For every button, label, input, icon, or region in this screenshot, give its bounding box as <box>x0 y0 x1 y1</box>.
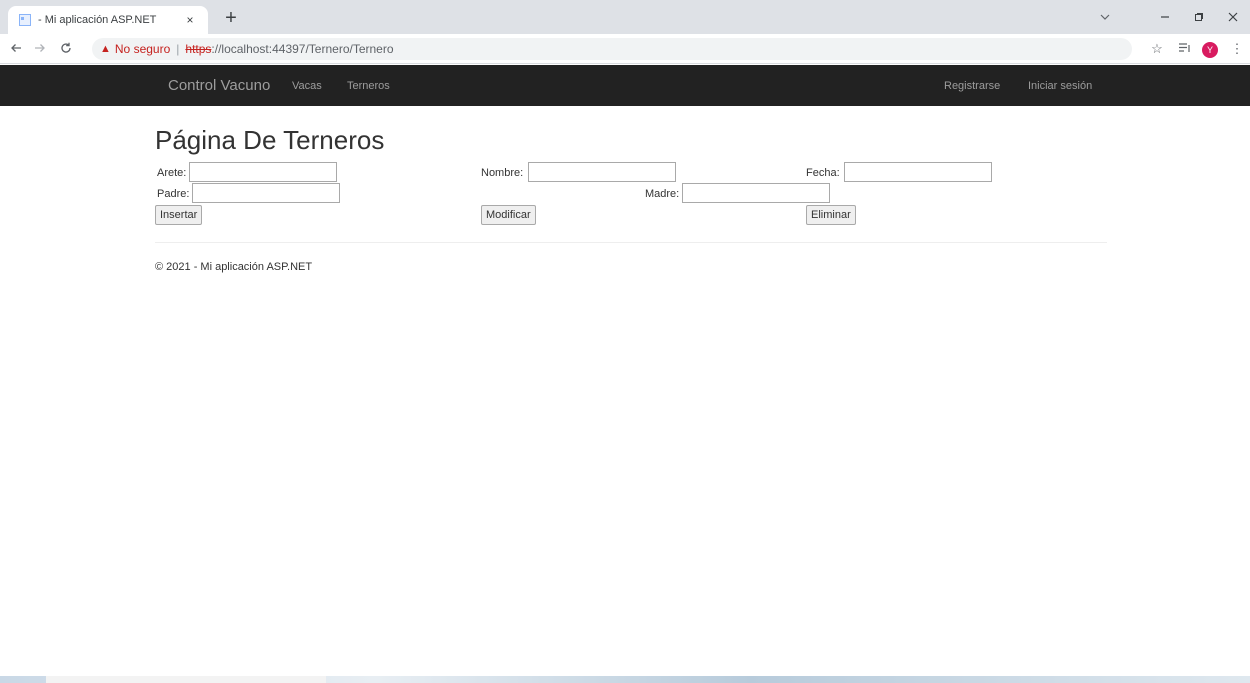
arete-input[interactable] <box>189 162 337 182</box>
modificar-button[interactable]: Modificar <box>481 205 536 225</box>
nav-link-registrarse[interactable]: Registrarse <box>944 80 1000 92</box>
insertar-button[interactable]: Insertar <box>155 205 203 225</box>
browser-tab[interactable]: - Mi aplicación ASP.NET × <box>8 6 208 34</box>
back-arrow-icon[interactable] <box>6 38 26 60</box>
restore-icon[interactable] <box>1184 6 1214 28</box>
not-secure-label[interactable]: No seguro <box>115 42 170 56</box>
reading-list-icon[interactable] <box>1174 38 1196 60</box>
minimize-icon[interactable] <box>1150 6 1180 28</box>
arete-label: Arete: <box>157 167 187 179</box>
fecha-label: Fecha: <box>806 167 840 179</box>
reload-icon[interactable] <box>56 38 76 60</box>
madre-label: Madre: <box>645 188 680 200</box>
url-separator: | <box>176 42 180 56</box>
nav-link-terneros[interactable]: Terneros <box>347 80 390 92</box>
padre-input[interactable] <box>192 183 340 203</box>
navbar-brand[interactable]: Control Vacuno <box>168 77 270 94</box>
madre-input[interactable] <box>682 183 830 203</box>
browser-tabstrip: - Mi aplicación ASP.NET × + <box>0 0 1250 34</box>
profile-avatar[interactable]: Y <box>1202 42 1218 58</box>
address-bar[interactable]: ▲ No seguro | https ://localhost:44397/T… <box>92 38 1132 60</box>
padre-label: Padre: <box>157 188 190 200</box>
tab-close-icon[interactable]: × <box>182 13 198 27</box>
page-title: Página De Terneros <box>155 125 385 155</box>
new-tab-button[interactable]: + <box>218 6 244 32</box>
nav-link-vacas[interactable]: Vacas <box>292 80 322 92</box>
close-window-icon[interactable] <box>1218 6 1248 28</box>
url-scheme: https <box>185 42 212 56</box>
taskbar-search-box[interactable] <box>46 676 326 683</box>
chevron-down-icon[interactable] <box>1090 6 1120 28</box>
content-divider <box>155 242 1107 243</box>
warning-icon: ▲ <box>100 43 111 55</box>
browser-toolbar: ▲ No seguro | https ://localhost:44397/T… <box>0 34 1250 64</box>
menu-kebab-icon[interactable]: ⋮ <box>1226 38 1248 60</box>
footer-copyright: © 2021 - Mi aplicación ASP.NET <box>155 261 313 273</box>
tab-title: - Mi aplicación ASP.NET <box>38 14 157 26</box>
bookmark-star-icon[interactable]: ☆ <box>1146 38 1168 60</box>
nav-link-iniciar-sesion[interactable]: Iniciar sesión <box>1028 80 1092 92</box>
page-favicon-icon <box>18 13 32 27</box>
url-path: ://localhost:44397/Ternero/Ternero <box>211 42 394 56</box>
nombre-label: Nombre: <box>481 167 524 179</box>
site-navbar: Control Vacuno Vacas Terneros Registrars… <box>0 65 1250 106</box>
fecha-input[interactable] <box>844 162 992 182</box>
eliminar-button[interactable]: Eliminar <box>806 205 856 225</box>
forward-arrow-icon[interactable] <box>30 38 50 60</box>
nombre-input[interactable] <box>528 162 676 182</box>
